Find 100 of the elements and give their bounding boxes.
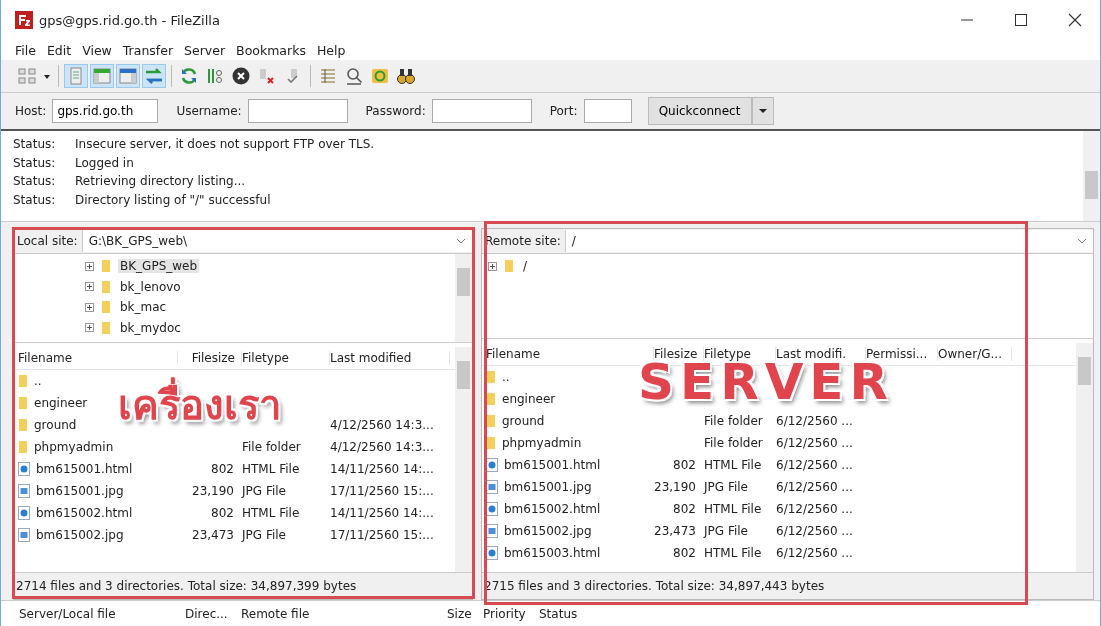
file-name[interactable]: bm615001.html — [36, 462, 133, 476]
scrollbar[interactable] — [1076, 343, 1093, 572]
expand-icon[interactable] — [488, 261, 497, 271]
folder-icon — [503, 259, 515, 274]
web-file-icon — [18, 462, 30, 476]
right-pane-icon[interactable] — [116, 64, 140, 88]
column-header[interactable]: Last modifi. — [776, 347, 866, 361]
folder-icon — [486, 392, 496, 406]
file-name[interactable]: ground — [502, 414, 545, 428]
dropdown-button[interactable] — [751, 97, 774, 125]
folder-icon — [100, 259, 112, 274]
modified-date: 6/12/2560 ... — [776, 436, 853, 450]
menu-item[interactable]: Help — [316, 42, 346, 58]
column-header[interactable]: Filesize — [654, 347, 704, 361]
folder-icon — [486, 370, 496, 384]
folder-icon — [18, 418, 28, 432]
file-name[interactable]: bm615002.jpg — [36, 528, 124, 542]
image-file-icon — [486, 524, 498, 538]
column-header[interactable]: Filename — [18, 351, 178, 365]
tree-item[interactable]: / — [521, 259, 530, 274]
file-type: HTML File — [704, 546, 762, 560]
column-header[interactable]: Filesize — [178, 351, 242, 365]
left-pane-icon[interactable] — [90, 64, 114, 88]
expand-icon[interactable] — [85, 302, 94, 312]
column-header[interactable]: Permissi... — [866, 347, 938, 361]
column-header[interactable]: Direc... — [185, 606, 241, 621]
menu-item[interactable]: File — [15, 42, 36, 58]
file-name[interactable]: .. — [502, 370, 510, 384]
column-header[interactable]: Size — [447, 606, 483, 621]
expand-icon[interactable] — [85, 261, 94, 271]
modified-date: 6/12/2560 ... — [776, 546, 853, 560]
column-header[interactable]: Filetype — [242, 351, 330, 365]
path-dropdown[interactable]: / — [564, 230, 1093, 252]
column-header[interactable]: Status — [539, 606, 605, 621]
file-name[interactable]: ground — [34, 418, 77, 432]
file-size: 23,190 — [654, 480, 696, 494]
file-type: JPG File — [242, 528, 286, 542]
menu-item[interactable]: Bookmarks — [236, 42, 306, 58]
log-label: Status: — [13, 155, 57, 170]
menu-item[interactable]: Server — [184, 42, 226, 58]
modified-date: 17/11/2560 15:... — [330, 484, 434, 498]
file-name[interactable]: bm615001.jpg — [504, 480, 592, 494]
app-logo-icon — [15, 11, 33, 29]
tree-item[interactable]: bk_mydoc — [118, 320, 183, 335]
quickconnect-button[interactable]: Quickconnect — [647, 97, 752, 125]
username-field[interactable] — [247, 99, 348, 123]
file-type: HTML File — [704, 502, 762, 516]
file-name[interactable]: bm615003.html — [504, 546, 601, 560]
image-file-icon — [486, 480, 498, 494]
tree-item[interactable]: bk_mac — [118, 300, 169, 315]
file-name[interactable]: phpmyadmin — [34, 440, 114, 454]
menu-item[interactable]: Edit — [46, 42, 72, 58]
maximize-icon[interactable] — [1014, 13, 1028, 27]
image-file-icon — [18, 528, 30, 542]
file-name[interactable]: bm615001.html — [504, 458, 601, 472]
column-header[interactable]: Priority — [483, 606, 539, 621]
port-field[interactable] — [583, 99, 632, 123]
scrollbar[interactable] — [1083, 131, 1100, 221]
file-name[interactable]: .. — [34, 374, 42, 388]
folder-icon — [486, 436, 496, 450]
close-icon[interactable] — [1068, 13, 1082, 27]
transfer-arrows-icon[interactable] — [142, 64, 166, 88]
menu-item[interactable]: View — [82, 42, 112, 58]
file-name[interactable]: phpmyadmin — [502, 436, 582, 450]
expand-icon[interactable] — [85, 323, 94, 333]
log-label: Status: — [13, 192, 57, 207]
file-name[interactable]: bm615002.jpg — [504, 524, 592, 538]
chevron-down-icon[interactable] — [1077, 238, 1087, 244]
modified-date: 4/12/2560 14:3... — [330, 440, 434, 454]
column-header[interactable]: Owner/G... — [938, 347, 1012, 361]
column-header[interactable]: Last modified — [330, 351, 450, 365]
file-type: JPG File — [704, 524, 748, 538]
password-field[interactable] — [431, 99, 532, 123]
scrollbar[interactable] — [455, 254, 472, 342]
file-name[interactable]: bm615001.jpg — [36, 484, 124, 498]
expand-icon[interactable] — [85, 282, 94, 292]
file-size: 802 — [673, 502, 696, 516]
column-header[interactable]: Filename — [486, 347, 654, 361]
menu-item[interactable]: Transfer — [122, 42, 174, 58]
host-field[interactable]: gps.rid.go.th — [52, 99, 159, 123]
file-type: HTML File — [242, 506, 300, 520]
tree-item[interactable]: BK_GPS_web — [118, 259, 200, 274]
file-name[interactable]: engineer — [502, 392, 556, 406]
file-size: 802 — [211, 462, 234, 476]
column-header[interactable]: Server/Local file — [19, 606, 185, 621]
file-name[interactable]: bm615002.html — [504, 502, 601, 516]
file-name[interactable]: bm615002.html — [36, 506, 133, 520]
log-message: Retrieving directory listing... — [75, 174, 246, 189]
folder-icon — [18, 374, 28, 388]
scrollbar[interactable] — [455, 347, 472, 572]
file-name[interactable]: engineer — [34, 396, 88, 410]
caret-icon — [758, 108, 767, 114]
path-dropdown[interactable]: G:\BK_GPS_web\ — [81, 230, 472, 252]
tree-item[interactable]: bk_lenovo — [118, 279, 183, 294]
folder-icon — [100, 279, 112, 294]
column-header[interactable]: Remote file — [241, 606, 447, 621]
file-type: HTML File — [704, 458, 762, 472]
file-size: 802 — [673, 546, 696, 560]
chevron-down-icon[interactable] — [456, 238, 466, 244]
file-size: 23,190 — [192, 484, 234, 498]
